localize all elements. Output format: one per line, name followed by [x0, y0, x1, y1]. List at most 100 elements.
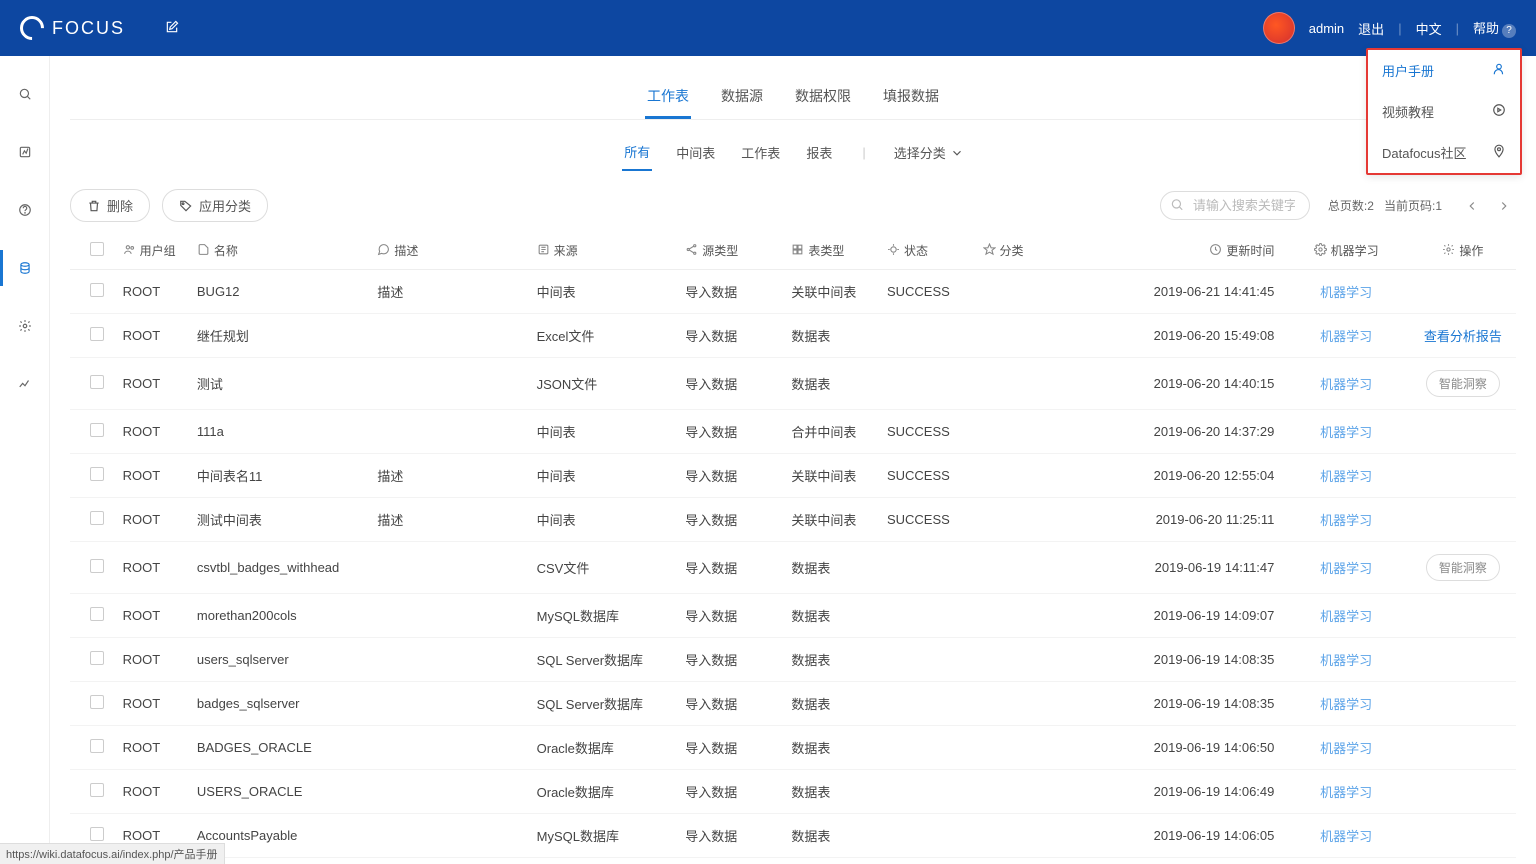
ml-link[interactable]: 机器学习	[1320, 741, 1372, 756]
col-ml[interactable]: 机器学习	[1331, 242, 1379, 259]
col-status[interactable]: 状态	[904, 242, 928, 259]
delete-button[interactable]: 删除	[70, 189, 150, 222]
table-row[interactable]: ROOTBADGES_ORACLEOracle数据库导入数据数据表2019-06…	[70, 726, 1516, 770]
cell-status	[879, 814, 975, 858]
table-row[interactable]: ROOT继任规划Excel文件导入数据数据表2019-06-20 15:49:0…	[70, 314, 1516, 358]
col-usergroup[interactable]: 用户组	[140, 242, 176, 259]
row-checkbox[interactable]	[90, 651, 104, 665]
col-source-type[interactable]: 源类型	[702, 242, 738, 259]
help-menu-item[interactable]: Datafocus社区	[1368, 132, 1520, 173]
select-all-checkbox[interactable]	[90, 242, 104, 256]
ml-link[interactable]: 机器学习	[1320, 469, 1372, 484]
sub-tab[interactable]: 中间表	[674, 135, 717, 170]
main-tab[interactable]: 填报数据	[881, 76, 941, 119]
cell-source: Excel文件	[529, 314, 678, 358]
username[interactable]: admin	[1309, 21, 1344, 36]
row-checkbox[interactable]	[90, 827, 104, 841]
ml-link[interactable]: 机器学习	[1320, 829, 1372, 844]
row-checkbox[interactable]	[90, 327, 104, 341]
sub-tab[interactable]: 工作表	[739, 135, 782, 170]
col-update-time[interactable]: 更新时间	[1226, 242, 1274, 259]
view-report-link[interactable]: 查看分析报告	[1424, 329, 1502, 344]
row-checkbox[interactable]	[90, 783, 104, 797]
sub-tab[interactable]: 报表	[804, 135, 834, 170]
row-checkbox[interactable]	[90, 375, 104, 389]
table-row[interactable]: ROOT中间表名11描述中间表导入数据关联中间表SUCCESS2019-06-2…	[70, 454, 1516, 498]
row-checkbox[interactable]	[90, 467, 104, 481]
table-row[interactable]: ROOT测试JSON文件导入数据数据表2019-06-20 14:40:15机器…	[70, 358, 1516, 410]
ml-link[interactable]: 机器学习	[1320, 285, 1372, 300]
prev-page-button[interactable]	[1460, 194, 1484, 218]
sidebar-search[interactable]	[0, 76, 50, 112]
cell-source-type: 导入数据	[677, 498, 783, 542]
row-checkbox[interactable]	[90, 607, 104, 621]
main-tab[interactable]: 数据权限	[793, 76, 853, 119]
cell-time: 2019-06-19 14:11:47	[1102, 542, 1282, 594]
table-row[interactable]: ROOTbadges_sqlserverSQL Server数据库导入数据数据表…	[70, 682, 1516, 726]
cell-category	[975, 410, 1102, 454]
cell-usergroup: ROOT	[115, 682, 189, 726]
logout-link[interactable]: 退出	[1358, 19, 1384, 38]
row-checkbox[interactable]	[90, 739, 104, 753]
select-category[interactable]: 选择分类	[894, 143, 964, 162]
next-page-button[interactable]	[1492, 194, 1516, 218]
ml-link[interactable]: 机器学习	[1320, 653, 1372, 668]
table-row[interactable]: ROOTcsvtbl_badges_withheadCSV文件导入数据数据表20…	[70, 542, 1516, 594]
sub-tab[interactable]: 所有	[622, 134, 652, 171]
sidebar-help[interactable]	[0, 192, 50, 228]
col-category[interactable]: 分类	[1000, 242, 1024, 259]
cell-time: 2019-06-21 14:41:45	[1102, 270, 1282, 314]
col-operation[interactable]: 操作	[1459, 242, 1483, 259]
edit-icon[interactable]	[165, 20, 179, 37]
smart-insight-button[interactable]: 智能洞察	[1426, 370, 1500, 397]
toolbar: 删除 应用分类 总页数:2 当前页码:1	[50, 171, 1536, 232]
col-table-type[interactable]: 表类型	[808, 242, 844, 259]
table-row[interactable]: ROOTmorethan200colsMySQL数据库导入数据数据表2019-0…	[70, 594, 1516, 638]
ml-link[interactable]: 机器学习	[1320, 377, 1372, 392]
brand-logo[interactable]: FOCUS	[20, 16, 125, 40]
help-link[interactable]: 帮助?	[1473, 18, 1516, 38]
apply-category-button[interactable]: 应用分类	[162, 189, 268, 222]
row-checkbox[interactable]	[90, 511, 104, 525]
ml-link[interactable]: 机器学习	[1320, 561, 1372, 576]
col-desc[interactable]: 描述	[394, 242, 418, 259]
language-link[interactable]: 中文	[1416, 19, 1442, 38]
cell-source: SQL Server数据库	[529, 638, 678, 682]
col-source[interactable]: 来源	[554, 242, 578, 259]
sidebar-dashboard[interactable]	[0, 134, 50, 170]
file-icon	[197, 243, 210, 259]
main-tab[interactable]: 工作表	[645, 76, 691, 119]
ml-link[interactable]: 机器学习	[1320, 425, 1372, 440]
main-tab[interactable]: 数据源	[719, 76, 765, 119]
ml-link[interactable]: 机器学习	[1320, 609, 1372, 624]
ml-link[interactable]: 机器学习	[1320, 513, 1372, 528]
table-row[interactable]: ROOTCustAnonMySQL数据库导入数据数据表2019-06-19 14…	[70, 858, 1516, 864]
header-right: admin 退出 | 中文 | 帮助?	[1263, 12, 1516, 44]
cell-table-type: 数据表	[783, 858, 879, 864]
help-menu-item[interactable]: 视频教程	[1368, 91, 1520, 132]
row-checkbox[interactable]	[90, 559, 104, 573]
data-table: 用户组 名称 描述 来源 源类型 表类型 状态 分类 更新时间 机器学习 操作 …	[70, 232, 1516, 864]
help-menu-item[interactable]: 用户手册	[1368, 50, 1520, 91]
row-checkbox[interactable]	[90, 695, 104, 709]
table-row[interactable]: ROOTAccountsPayableMySQL数据库导入数据数据表2019-0…	[70, 814, 1516, 858]
smart-insight-button[interactable]: 智能洞察	[1426, 554, 1500, 581]
row-checkbox[interactable]	[90, 283, 104, 297]
sidebar-settings[interactable]	[0, 308, 50, 344]
avatar[interactable]	[1263, 12, 1295, 44]
table-row[interactable]: ROOTUSERS_ORACLEOracle数据库导入数据数据表2019-06-…	[70, 770, 1516, 814]
cell-name: BUG12	[189, 270, 369, 314]
ml-link[interactable]: 机器学习	[1320, 697, 1372, 712]
ml-link[interactable]: 机器学习	[1320, 329, 1372, 344]
sidebar-data[interactable]	[0, 250, 50, 286]
usergroup-icon	[123, 243, 136, 259]
table-row[interactable]: ROOTBUG12描述中间表导入数据关联中间表SUCCESS2019-06-21…	[70, 270, 1516, 314]
table-row[interactable]: ROOTusers_sqlserverSQL Server数据库导入数据数据表2…	[70, 638, 1516, 682]
sidebar-analytics[interactable]	[0, 366, 50, 402]
table-row[interactable]: ROOT111a中间表导入数据合并中间表SUCCESS2019-06-20 14…	[70, 410, 1516, 454]
ml-link[interactable]: 机器学习	[1320, 785, 1372, 800]
table-row[interactable]: ROOT测试中间表描述中间表导入数据关联中间表SUCCESS2019-06-20…	[70, 498, 1516, 542]
col-name[interactable]: 名称	[214, 242, 238, 259]
row-checkbox[interactable]	[90, 423, 104, 437]
cell-table-type: 数据表	[783, 358, 879, 410]
